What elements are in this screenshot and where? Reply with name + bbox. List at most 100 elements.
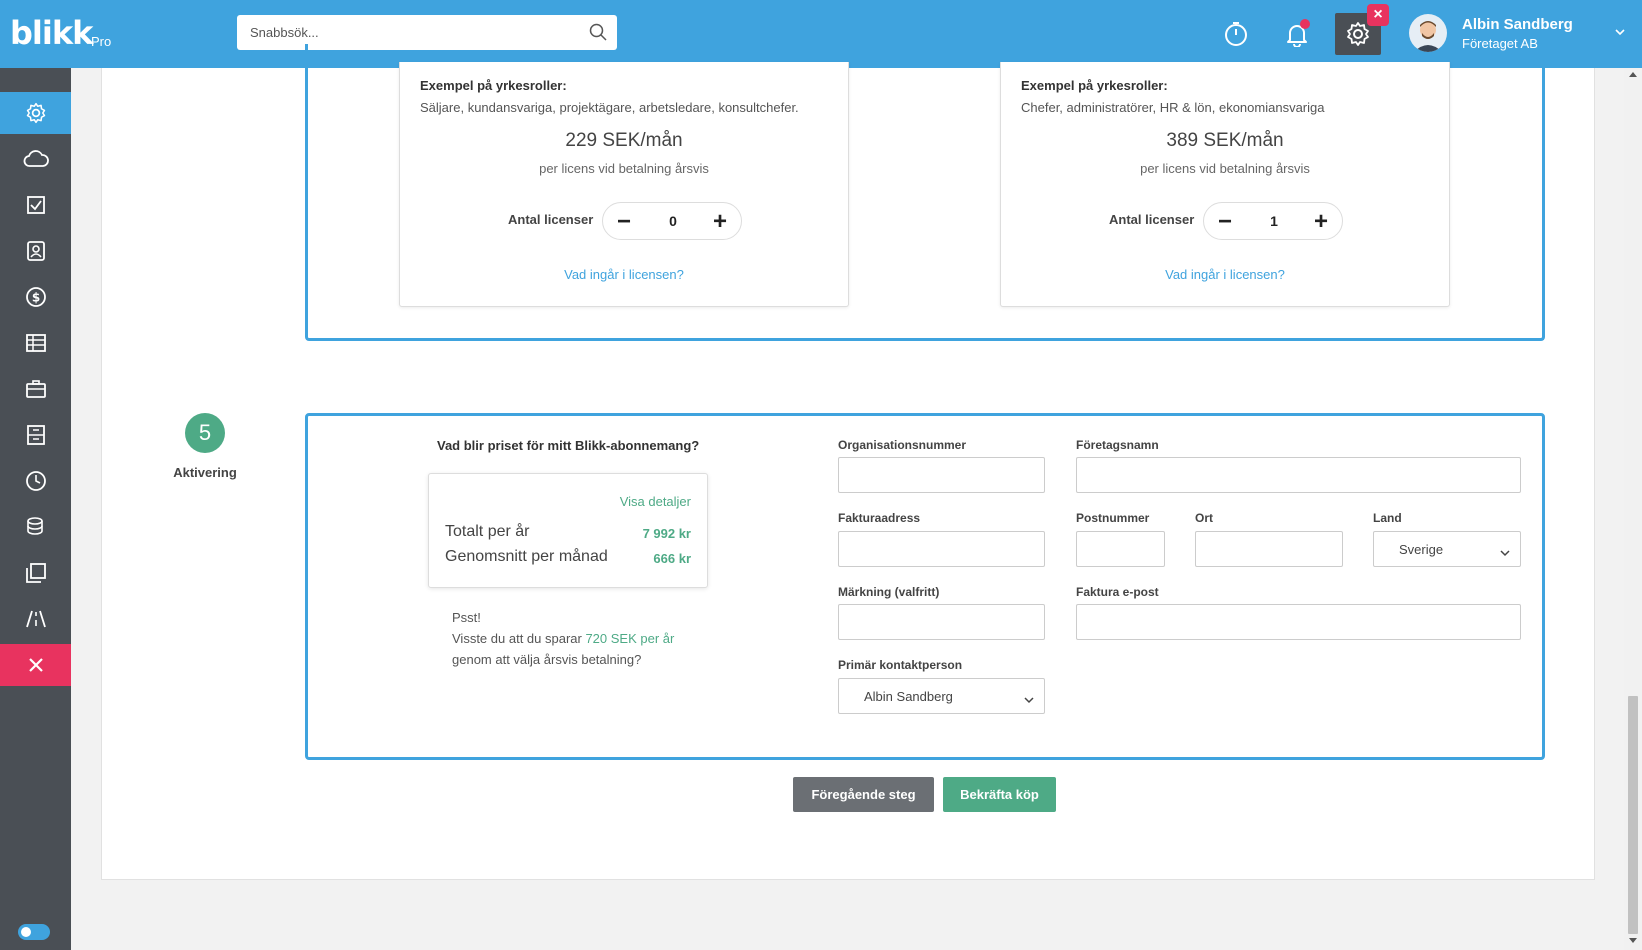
close-icon xyxy=(28,658,43,672)
close-icon[interactable]: × xyxy=(1367,4,1389,26)
marking-field[interactable] xyxy=(838,604,1045,640)
tip-line-2: Visste du att du sparar 720 SEK per år xyxy=(452,628,674,649)
logo[interactable]: blikk xyxy=(10,14,93,52)
total-label: Totalt per år xyxy=(445,523,530,540)
checkbox-icon xyxy=(26,196,45,214)
sidebar-item-projects[interactable] xyxy=(0,368,71,410)
price-question: Vad blir priset för mitt Blikk-abonneman… xyxy=(437,438,700,453)
sidebar-item-finance[interactable] xyxy=(0,506,71,548)
org-number-label: Organisationsnummer xyxy=(838,438,967,452)
cloud-icon xyxy=(23,150,49,167)
city-label: Ort xyxy=(1195,511,1213,525)
dollar-icon: $ xyxy=(25,287,46,307)
country-select[interactable]: Sverige xyxy=(1373,531,1521,567)
roles-title: Exempel på yrkesroller: xyxy=(420,78,567,93)
notification-dot xyxy=(1300,19,1310,29)
roles-title: Exempel på yrkesroller: xyxy=(1021,78,1168,93)
org-number-field[interactable] xyxy=(838,457,1045,493)
tip-highlight: 720 SEK per år xyxy=(585,631,675,646)
invoice-address-label: Fakturaadress xyxy=(838,511,921,525)
zip-field[interactable] xyxy=(1076,531,1165,567)
scroll-down-arrow[interactable] xyxy=(1629,938,1637,943)
chevron-down-icon[interactable] xyxy=(1614,24,1626,42)
sidebar: $ xyxy=(0,68,71,950)
toggle-knob xyxy=(21,927,31,937)
sidebar-item-archive[interactable] xyxy=(0,414,71,456)
road-icon xyxy=(25,610,46,628)
user-name[interactable]: Albin Sandberg xyxy=(1462,16,1573,33)
tip-line-1: Psst! xyxy=(452,610,481,625)
details-link[interactable]: Visa detaljer xyxy=(620,494,691,509)
sidebar-item-contacts[interactable] xyxy=(0,230,71,272)
city-field[interactable] xyxy=(1195,531,1343,567)
quantity-stepper: − 1 + xyxy=(1203,202,1343,240)
monthly-value: 666 kr xyxy=(653,551,691,566)
scrollbar[interactable] xyxy=(1624,68,1642,950)
company-name-field[interactable] xyxy=(1076,457,1521,493)
marking-label: Märkning (valfritt) xyxy=(838,585,940,599)
license-price: 229 SEK/mån xyxy=(565,130,683,151)
plus-button[interactable]: + xyxy=(705,207,735,237)
scroll-thumb[interactable] xyxy=(1628,696,1638,934)
sidebar-close-button[interactable] xyxy=(0,644,71,686)
contacts-icon xyxy=(26,241,45,261)
sidebar-item-documents[interactable] xyxy=(0,552,71,594)
gear-icon xyxy=(26,102,45,124)
zip-label: Postnummer xyxy=(1076,511,1150,525)
quantity-stepper: − 0 + xyxy=(602,202,742,240)
country-value: Sverige xyxy=(1399,542,1444,557)
minus-button[interactable]: − xyxy=(1210,207,1240,237)
license-price-sub: per licens vid betalning årsvis xyxy=(1140,161,1310,176)
sidebar-item-tasks[interactable] xyxy=(0,184,71,226)
invoice-address-field[interactable] xyxy=(838,531,1045,567)
confirm-purchase-button[interactable]: Bekräfta köp xyxy=(943,777,1056,812)
copy-icon xyxy=(25,563,46,583)
total-value: 7 992 kr xyxy=(642,526,691,541)
sidebar-item-settings[interactable] xyxy=(0,92,71,134)
tip-line-3: genom att välja årsvis betalning? xyxy=(452,652,642,667)
company-name-label: Företagsnamn xyxy=(1076,438,1159,452)
roles-text: Chefer, administratörer, HR & lön, ekono… xyxy=(1021,100,1325,115)
license-price: 389 SEK/mån xyxy=(1166,130,1284,151)
license-price-sub: per licens vid betalning årsvis xyxy=(539,161,709,176)
price-summary-card: Visa detaljer Totalt per år 7 992 kr Gen… xyxy=(428,473,708,588)
chevron-down-icon xyxy=(1500,545,1510,560)
minus-button[interactable]: − xyxy=(609,207,639,237)
briefcase-icon xyxy=(25,380,46,398)
country-label: Land xyxy=(1373,511,1402,525)
coins-icon xyxy=(26,517,43,535)
step-number: 5 xyxy=(185,413,225,453)
svg-text:$: $ xyxy=(31,291,39,305)
quantity-label: Antal licenser xyxy=(1109,212,1195,227)
contact-value: Albin Sandberg xyxy=(864,689,953,704)
contact-label: Primär kontaktperson xyxy=(838,658,963,672)
sidebar-item-table[interactable] xyxy=(0,322,71,364)
plus-button[interactable]: + xyxy=(1306,207,1336,237)
sidebar-item-road[interactable] xyxy=(0,598,71,640)
sidebar-item-time[interactable] xyxy=(0,460,71,502)
clock-icon xyxy=(25,471,46,491)
logo-pro-label: Pro xyxy=(91,34,112,49)
savings-tip: Psst! Visste du att du sparar 720 SEK pe… xyxy=(452,607,674,670)
license-info-link[interactable]: Vad ingår i licensen? xyxy=(1001,267,1449,282)
table-icon xyxy=(25,334,46,352)
quantity-value[interactable]: 0 xyxy=(643,213,703,229)
sidebar-item-cloud[interactable] xyxy=(0,138,71,180)
previous-step-button[interactable]: Föregående steg xyxy=(793,777,934,812)
license-card: Exempel på yrkesroller: Säljare, kundans… xyxy=(399,62,849,307)
invoice-email-label: Faktura e-post xyxy=(1076,585,1159,599)
search-icon[interactable] xyxy=(589,23,607,46)
quantity-label: Antal licenser xyxy=(508,212,594,227)
tip-text: Visste du att du sparar xyxy=(452,631,586,646)
sidebar-item-economy[interactable]: $ xyxy=(0,276,71,318)
sidebar-toggle[interactable] xyxy=(18,924,50,940)
license-info-link[interactable]: Vad ingår i licensen? xyxy=(400,267,848,282)
scroll-up-arrow[interactable] xyxy=(1629,72,1637,77)
quantity-value[interactable]: 1 xyxy=(1244,213,1304,229)
invoice-email-field[interactable] xyxy=(1076,604,1521,640)
roles-text: Säljare, kundansvariga, projektägare, ar… xyxy=(420,100,799,115)
chevron-down-icon xyxy=(1024,692,1034,707)
contact-select[interactable]: Albin Sandberg xyxy=(838,678,1045,714)
step-label: Aktivering xyxy=(173,465,237,480)
monthly-label: Genomsnitt per månad xyxy=(445,548,608,565)
